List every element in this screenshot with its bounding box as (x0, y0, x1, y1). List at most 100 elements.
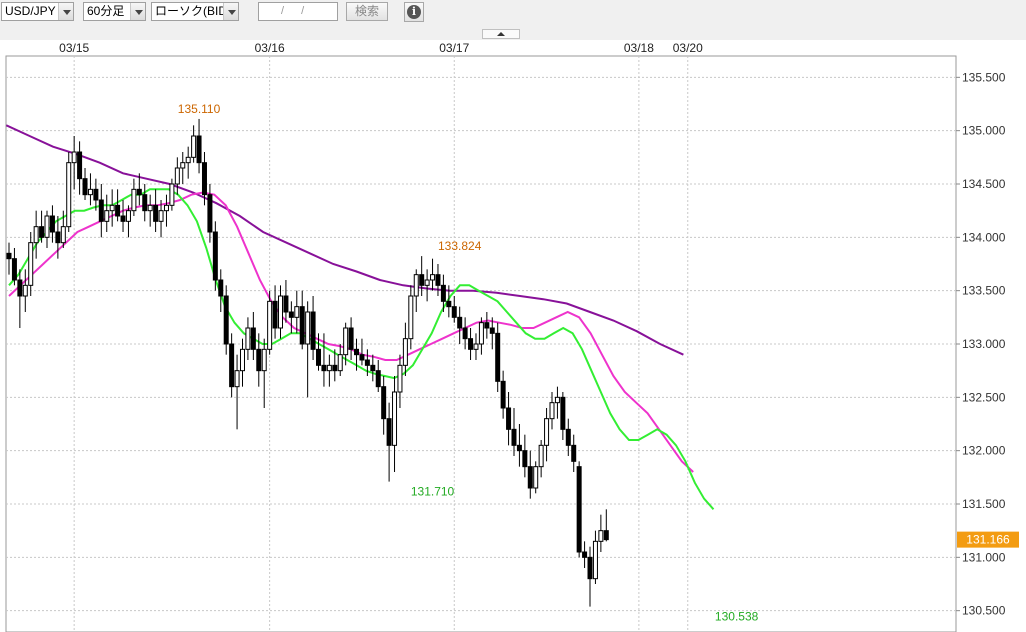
candle-body (571, 444, 577, 462)
candle-body (245, 327, 251, 350)
candle-body (147, 204, 153, 212)
candle-body (413, 274, 419, 297)
candle-body (174, 167, 180, 185)
candle-body (359, 354, 365, 361)
x-axis-label: 03/18 (624, 41, 654, 55)
price-type-select[interactable]: ローソク(BID) (151, 2, 239, 21)
candle-body (500, 380, 506, 409)
y-tick-label: 131.500 (962, 497, 1006, 511)
candle-body (6, 252, 12, 260)
candle-body (544, 418, 550, 446)
candle-body (201, 162, 207, 196)
candle-body (554, 396, 560, 404)
info-button[interactable]: i (404, 2, 424, 22)
candle-body (457, 316, 463, 329)
candle-body (310, 311, 316, 350)
candle-body (565, 428, 571, 446)
candle (495, 322, 501, 392)
candle-body (468, 338, 474, 350)
candle-body (153, 204, 159, 222)
candle-body (185, 156, 191, 164)
candle-body (364, 359, 370, 366)
candle-body (435, 274, 441, 286)
price-type-value: ローソク(BID) (155, 4, 231, 18)
candle-body (495, 332, 501, 382)
candle-body (516, 444, 522, 452)
candle-body (582, 551, 588, 558)
search-button[interactable]: 検索 (346, 2, 388, 21)
symbol-select[interactable]: USD/JPY (1, 2, 74, 21)
candle-body (250, 327, 256, 350)
candle-body (66, 162, 72, 228)
candle-body (337, 354, 343, 372)
candle-body (60, 226, 66, 244)
y-tick-label: 135.500 (962, 70, 1006, 84)
candle-body (11, 258, 17, 281)
candle-body (294, 306, 300, 318)
candle-body (49, 215, 55, 233)
candle-body (278, 295, 283, 329)
candle-body (375, 370, 381, 388)
candle-body (288, 311, 294, 318)
candle-body (272, 300, 278, 329)
candle-body (136, 188, 142, 196)
candle-body (538, 444, 544, 468)
candle-body (408, 295, 414, 340)
candle-body (527, 466, 533, 489)
candle-body (576, 466, 582, 553)
candle-body (109, 204, 115, 212)
price-annotation: 131.710 (411, 485, 455, 499)
x-axis-label: 03/15 (59, 41, 89, 55)
candle-body (44, 215, 50, 238)
interval-select[interactable]: 60分足 (83, 2, 146, 21)
candle-body (587, 556, 593, 580)
y-tick-label: 130.500 (962, 604, 1006, 618)
candle-body (332, 364, 338, 372)
candle-body (180, 162, 186, 169)
candle-body (370, 364, 376, 372)
candle-body (158, 210, 164, 222)
candle-body (381, 386, 387, 420)
candle-body (71, 151, 77, 164)
candle-body (33, 226, 39, 244)
candle-body (473, 343, 479, 350)
candle-body (299, 306, 305, 345)
candle-body (120, 215, 126, 222)
chevron-down-icon (130, 3, 145, 20)
candle-body (343, 327, 349, 356)
candle-body (82, 178, 88, 196)
candle-body (93, 188, 99, 201)
candle-body (125, 210, 131, 222)
candle-body (22, 284, 28, 297)
collapse-toggle-button[interactable] (482, 29, 520, 39)
symbol-value: USD/JPY (5, 4, 56, 18)
candle-body (533, 466, 539, 489)
toolbar: USD/JPY 60分足 ローソク(BID) / / 検索 i (0, 0, 1026, 26)
candle-body (28, 242, 34, 286)
y-tick-label: 134.500 (962, 177, 1006, 191)
candle-body (522, 450, 528, 468)
current-price-marker: 131.166 (957, 531, 1019, 548)
candle-body (239, 348, 245, 372)
candle-body (87, 188, 93, 196)
candle-body (55, 231, 61, 244)
candle-body (348, 327, 354, 350)
candle-body (489, 327, 495, 334)
x-axis-label: 03/17 (439, 41, 469, 55)
candle-body (402, 338, 408, 366)
candle-body (305, 311, 311, 345)
candle-body (283, 295, 289, 313)
candle-body (397, 364, 403, 393)
candle-body (169, 183, 175, 206)
y-tick-label: 133.000 (962, 337, 1006, 351)
candle-body (424, 279, 430, 286)
y-tick-label: 133.500 (962, 284, 1006, 298)
candle-body (592, 540, 598, 580)
candle-body (392, 391, 398, 446)
candle-body (430, 274, 436, 281)
candle-body (163, 204, 169, 212)
candle-body (261, 348, 267, 372)
candle-body (115, 204, 121, 217)
date-input[interactable]: / / (258, 2, 338, 21)
x-axis-labels: 03/15 03/16 03/17 03/18 03/20 (59, 41, 703, 55)
